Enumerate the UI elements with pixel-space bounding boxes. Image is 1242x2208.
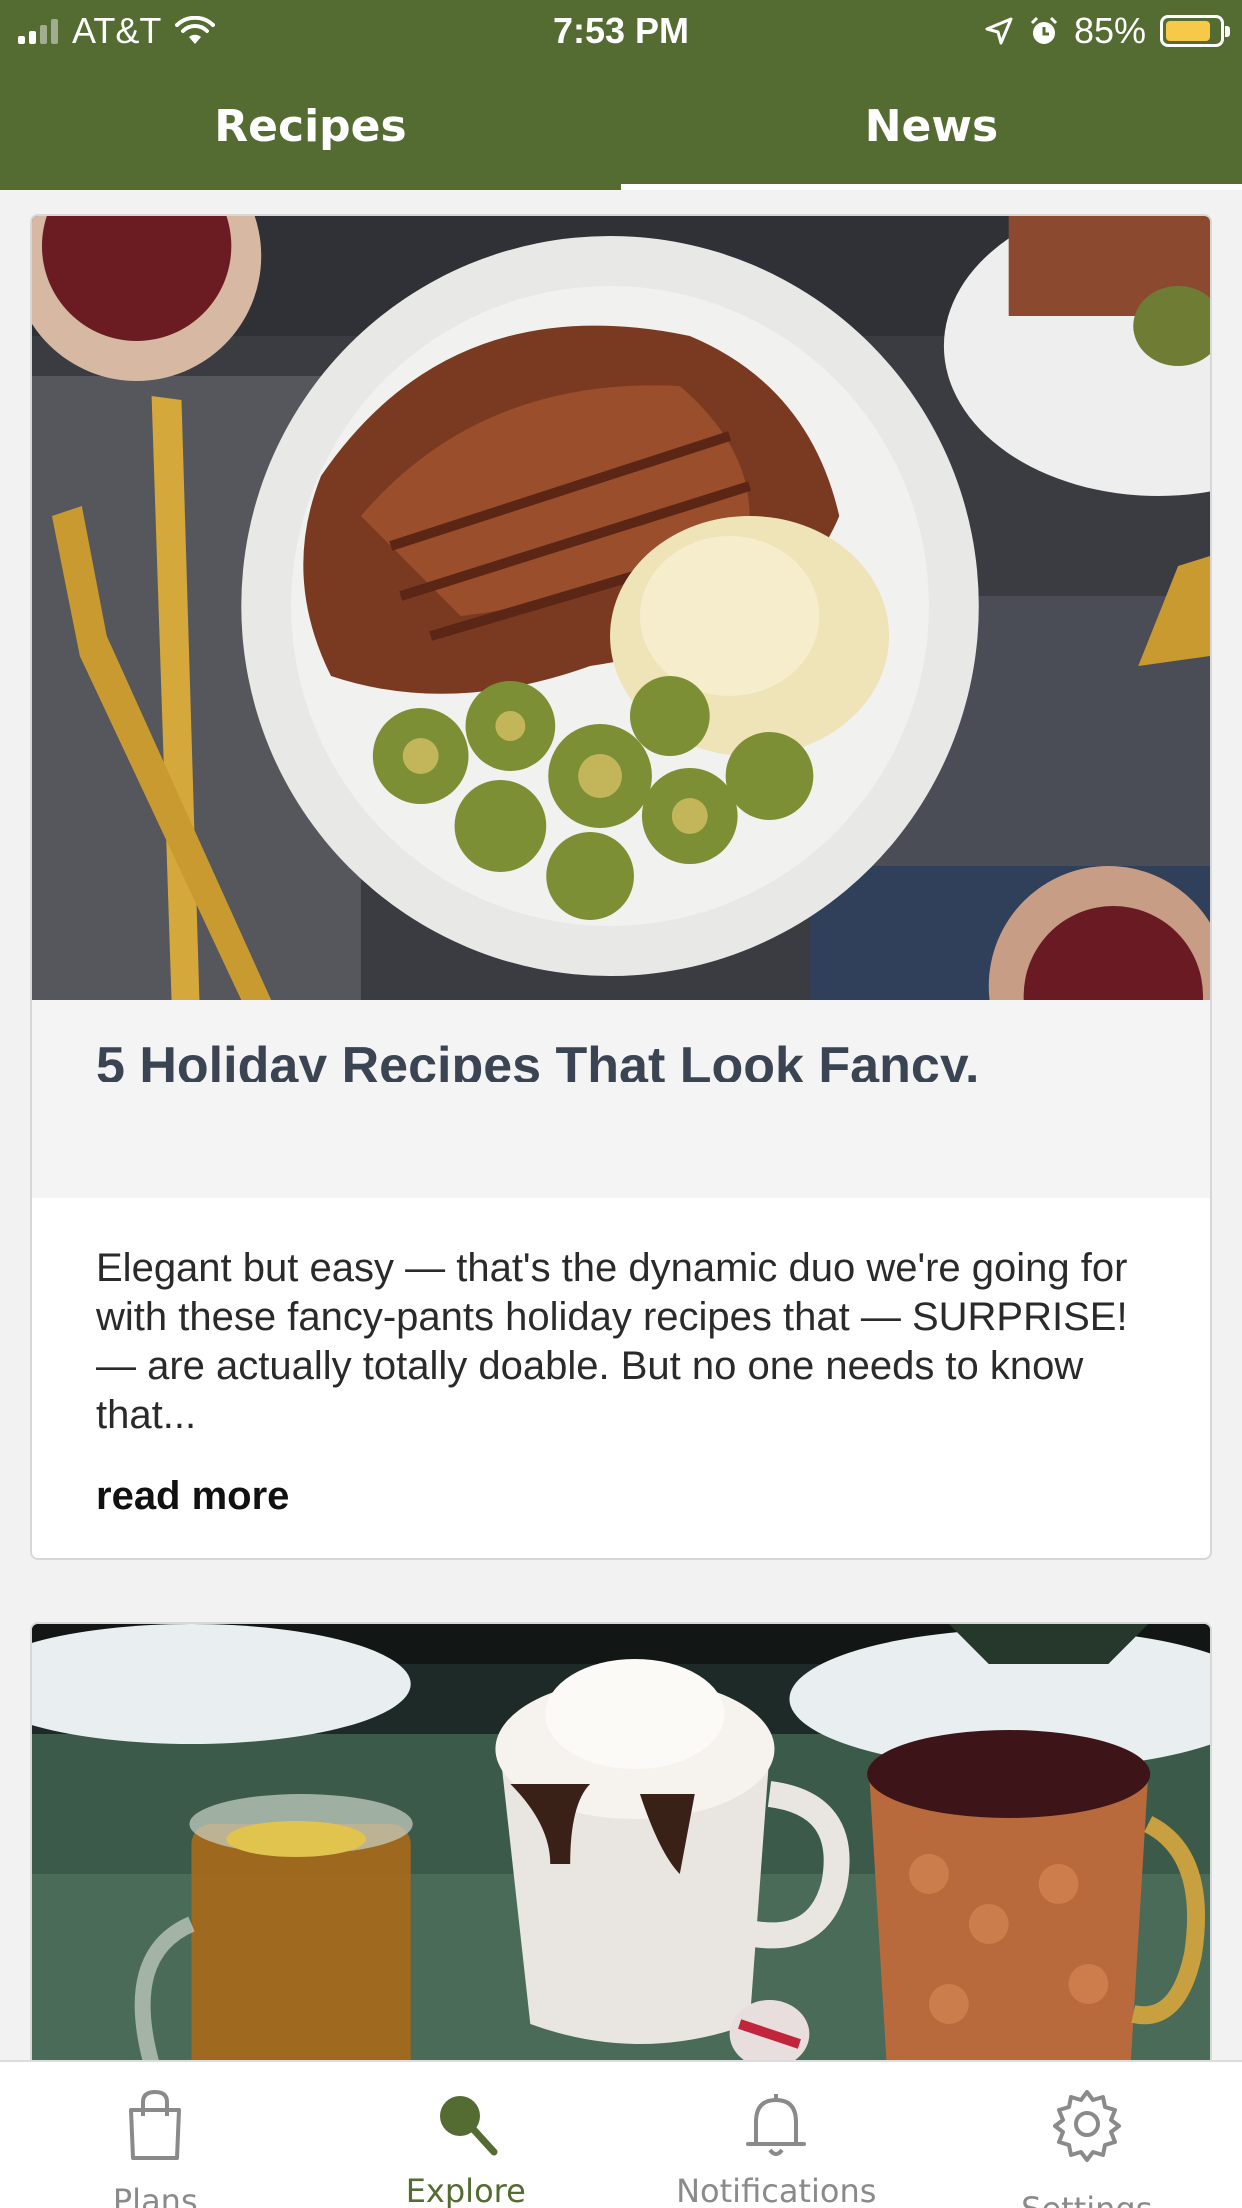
tab-recipes[interactable]: Recipes bbox=[0, 62, 621, 190]
shopping-bag-icon bbox=[129, 2089, 182, 2160]
news-feed[interactable]: 5 Holiday Recipes That Look Fancy, Elega… bbox=[0, 190, 1242, 2060]
search-icon bbox=[439, 2096, 498, 2156]
nav-plans[interactable]: Plans bbox=[0, 2062, 311, 2208]
nav-notifications-label: Notifications bbox=[676, 2172, 877, 2208]
article-excerpt: Elegant but easy — that's the dynamic du… bbox=[96, 1246, 1128, 1437]
tab-news[interactable]: News bbox=[621, 62, 1242, 190]
status-right: 85% bbox=[984, 10, 1230, 52]
battery-fill bbox=[1166, 21, 1211, 41]
article-card[interactable]: 5 Holiday Recipes That Look Fancy, Elega… bbox=[30, 214, 1212, 1560]
read-more-link[interactable]: read more bbox=[96, 1474, 289, 1519]
headline-band: 5 Holiday Recipes That Look Fancy, bbox=[32, 1000, 1210, 1198]
location-arrow-icon bbox=[985, 17, 1013, 45]
alarm-icon bbox=[1030, 16, 1057, 44]
nav-plans-label: Plans bbox=[112, 2182, 198, 2208]
article-image-holiday-dinner[interactable] bbox=[32, 216, 1210, 1000]
battery-icon bbox=[1160, 15, 1230, 47]
gear-icon bbox=[1052, 2090, 1121, 2162]
app-header: AT&T 7:53 PM 85% Recipes News bbox=[0, 0, 1242, 190]
nav-notifications[interactable]: Notifications bbox=[621, 2062, 932, 2208]
article-card[interactable] bbox=[30, 1622, 1212, 2060]
article-title[interactable]: 5 Holiday Recipes That Look Fancy, bbox=[96, 1036, 1146, 1082]
nav-explore[interactable]: Explore bbox=[311, 2062, 622, 2208]
article-image-holiday-drinks[interactable] bbox=[32, 1624, 1210, 2060]
status-bar: AT&T 7:53 PM 85% bbox=[0, 0, 1242, 62]
battery-percent: 85% bbox=[1073, 10, 1146, 51]
tab-news-label: News bbox=[864, 100, 999, 152]
nav-explore-label: Explore bbox=[405, 2172, 526, 2208]
nav-settings-label: Settings bbox=[932, 2190, 1242, 2208]
top-tabs: Recipes News bbox=[0, 62, 1242, 190]
bottom-tab-bar: Plans Explore Notifications Settings bbox=[0, 2060, 1242, 2208]
tab-recipes-label: Recipes bbox=[214, 100, 407, 152]
bell-icon bbox=[746, 2094, 807, 2156]
nav-settings[interactable]: Settings bbox=[932, 2062, 1242, 2208]
